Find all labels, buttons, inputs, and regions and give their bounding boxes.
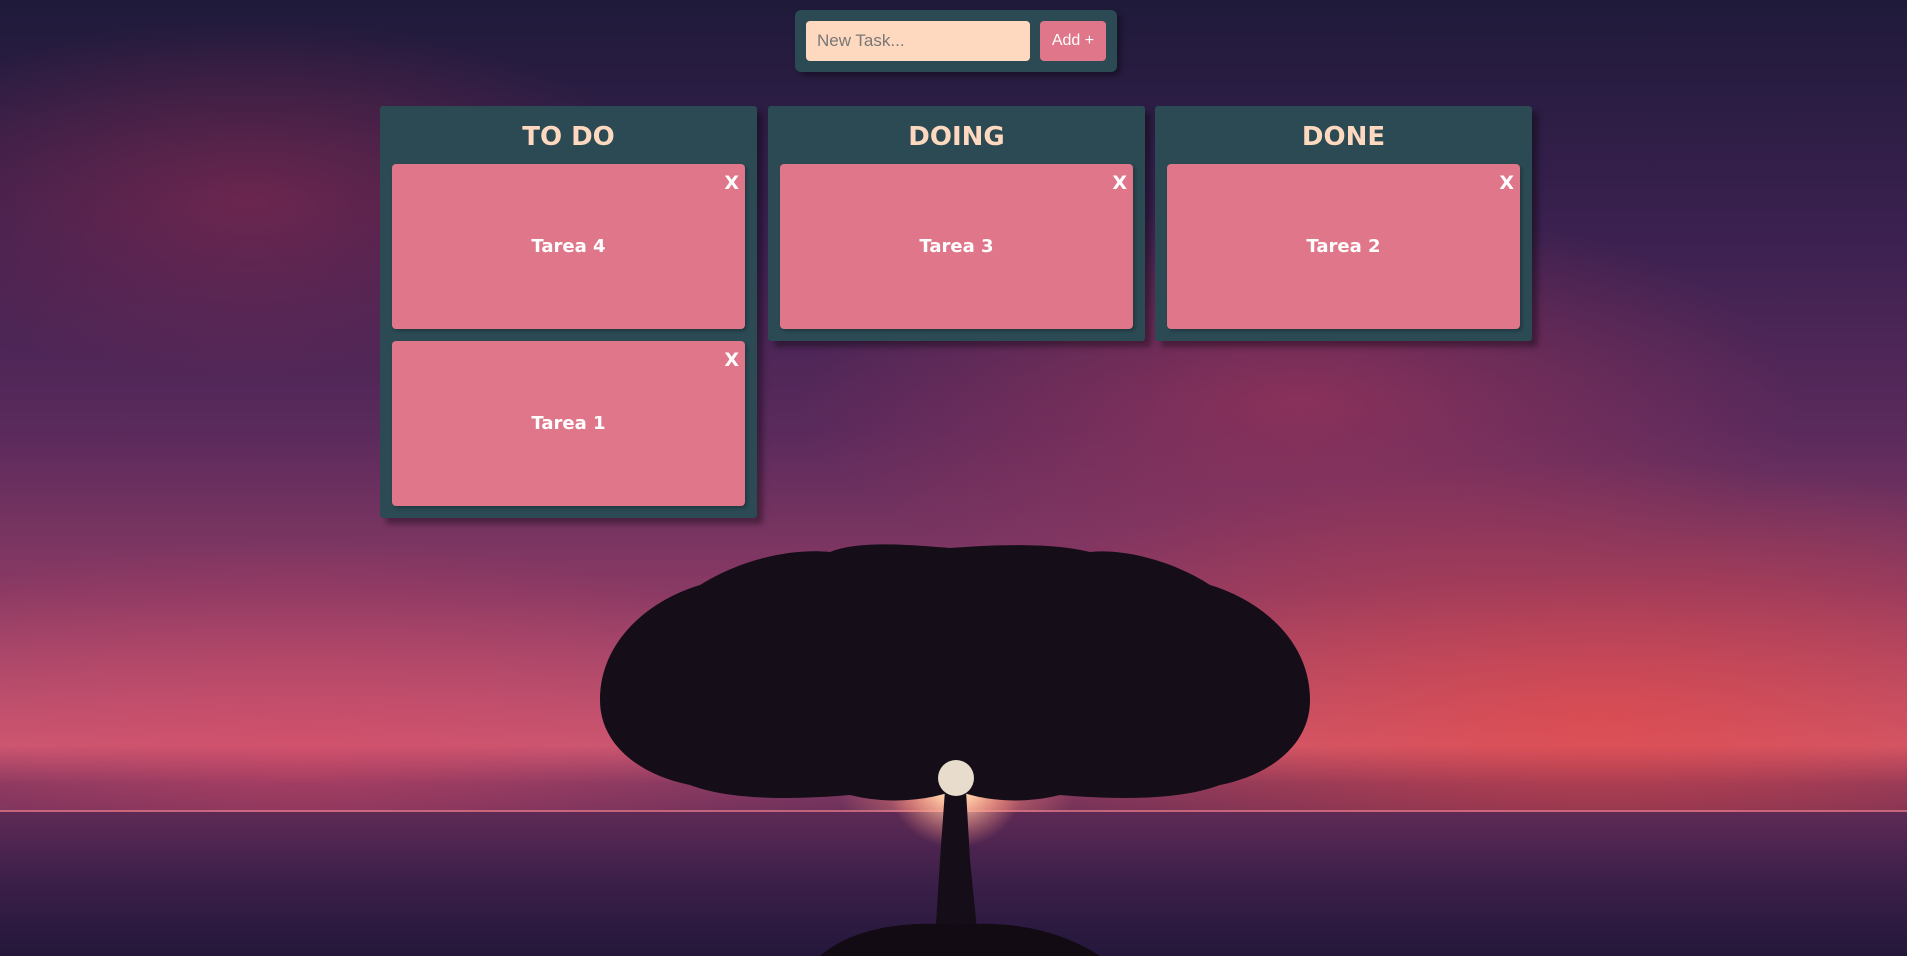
add-task-bar: Add + [795, 10, 1117, 72]
column-title: TO DO [522, 122, 615, 152]
task-label: Tarea 2 [1306, 236, 1381, 257]
column-doing: DOING X Tarea 3 [768, 106, 1145, 341]
task-label: Tarea 3 [919, 236, 994, 257]
task-card[interactable]: X Tarea 1 [392, 341, 745, 506]
delete-task-button[interactable]: X [1112, 172, 1127, 194]
task-label: Tarea 4 [531, 236, 606, 257]
column-title: DOING [908, 122, 1005, 152]
add-task-button[interactable]: Add + [1040, 21, 1106, 61]
column-todo: TO DO X Tarea 4 X Tarea 1 [380, 106, 757, 518]
task-card[interactable]: X Tarea 3 [780, 164, 1133, 329]
delete-task-button[interactable]: X [1499, 172, 1514, 194]
task-card[interactable]: X Tarea 4 [392, 164, 745, 329]
delete-task-button[interactable]: X [724, 172, 739, 194]
new-task-input[interactable] [806, 21, 1030, 61]
column-done: DONE X Tarea 2 [1155, 106, 1532, 341]
delete-task-button[interactable]: X [724, 349, 739, 371]
task-card[interactable]: X Tarea 2 [1167, 164, 1520, 329]
column-title: DONE [1301, 122, 1386, 152]
task-label: Tarea 1 [531, 413, 606, 434]
